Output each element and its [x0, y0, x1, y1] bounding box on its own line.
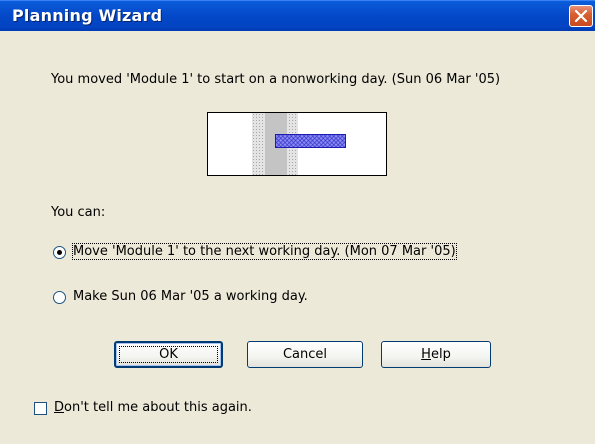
option-make-working-day-radio[interactable]	[53, 291, 66, 304]
help-button-label: Help	[421, 347, 451, 362]
option-move-task-radio[interactable]	[53, 246, 66, 259]
option-make-working-day-label[interactable]: Make Sun 06 Mar '05 a working day.	[73, 289, 308, 304]
close-button[interactable]	[569, 5, 593, 27]
dont-tell-again-checkbox[interactable]	[34, 402, 47, 415]
window-title: Planning Wizard	[12, 6, 163, 25]
option-move-task-label[interactable]: Move 'Module 1' to the next working day.…	[72, 243, 457, 260]
planning-wizard-dialog: Planning Wizard You moved 'Module 1' to …	[0, 0, 595, 444]
you-can-label: You can:	[51, 205, 106, 220]
dont-tell-rest: on't tell me about this again.	[64, 400, 252, 415]
radio-selected-dot	[57, 250, 62, 255]
cancel-button[interactable]: Cancel	[247, 341, 363, 368]
help-mnemonic: H	[421, 347, 431, 362]
dont-tell-mnemonic: D	[54, 400, 65, 415]
task-bar	[275, 134, 346, 148]
gantt-preview	[207, 112, 387, 176]
ok-button-label: OK	[159, 347, 178, 362]
message-text: You moved 'Module 1' to start on a nonwo…	[51, 72, 501, 87]
ok-button[interactable]: OK	[114, 341, 223, 368]
dont-tell-again-label[interactable]: Don't tell me about this again.	[54, 400, 252, 415]
help-rest: elp	[430, 347, 451, 362]
cancel-button-label: Cancel	[282, 347, 328, 362]
title-bar[interactable]: Planning Wizard	[0, 0, 595, 31]
help-button[interactable]: Help	[381, 341, 491, 368]
close-x-icon	[575, 10, 587, 22]
